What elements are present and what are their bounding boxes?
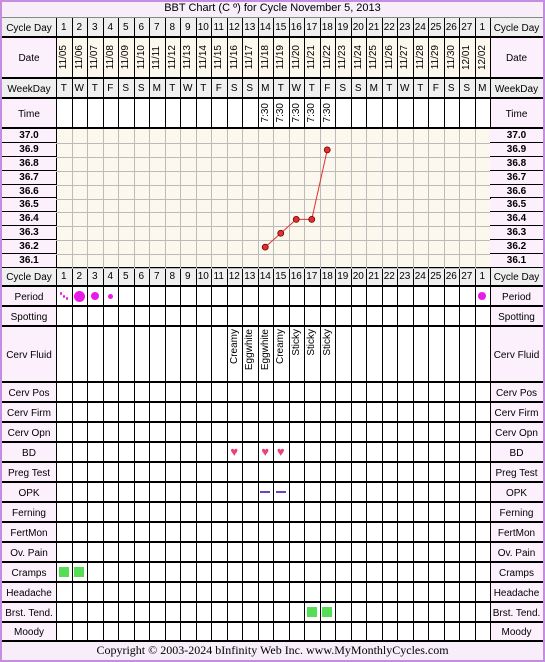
bbt-data-point[interactable]	[292, 215, 300, 223]
period-flow-dot	[73, 290, 85, 302]
bbt-data-point[interactable]	[308, 215, 316, 223]
breast-tenderness-marker	[306, 607, 317, 617]
heart-icon: ♥	[276, 444, 285, 459]
bbt-data-point[interactable]	[261, 243, 269, 251]
bbt-data-point[interactable]	[277, 229, 285, 237]
opk-dash-icon	[260, 491, 271, 493]
period-spotting-dot	[59, 292, 63, 295]
copyright-footer: Copyright © 2003-2024 bInfinity Web Inc.…	[96, 643, 449, 657]
period-flow-dot	[90, 292, 99, 300]
heart-icon: ♥	[230, 444, 239, 459]
breast-tenderness-marker	[322, 607, 333, 617]
bbt-line-segment	[311, 149, 328, 220]
bbt-data-point[interactable]	[323, 146, 331, 154]
cramps-marker	[74, 567, 85, 577]
bbt-line-plot	[261, 146, 331, 251]
cramps-marker	[58, 567, 69, 577]
heart-icon: ♥	[261, 444, 270, 459]
period-spotting-dot	[62, 295, 66, 298]
period-flow-dot	[107, 293, 113, 299]
opk-dash-icon	[275, 491, 286, 493]
period-spotting-dot	[65, 297, 69, 300]
